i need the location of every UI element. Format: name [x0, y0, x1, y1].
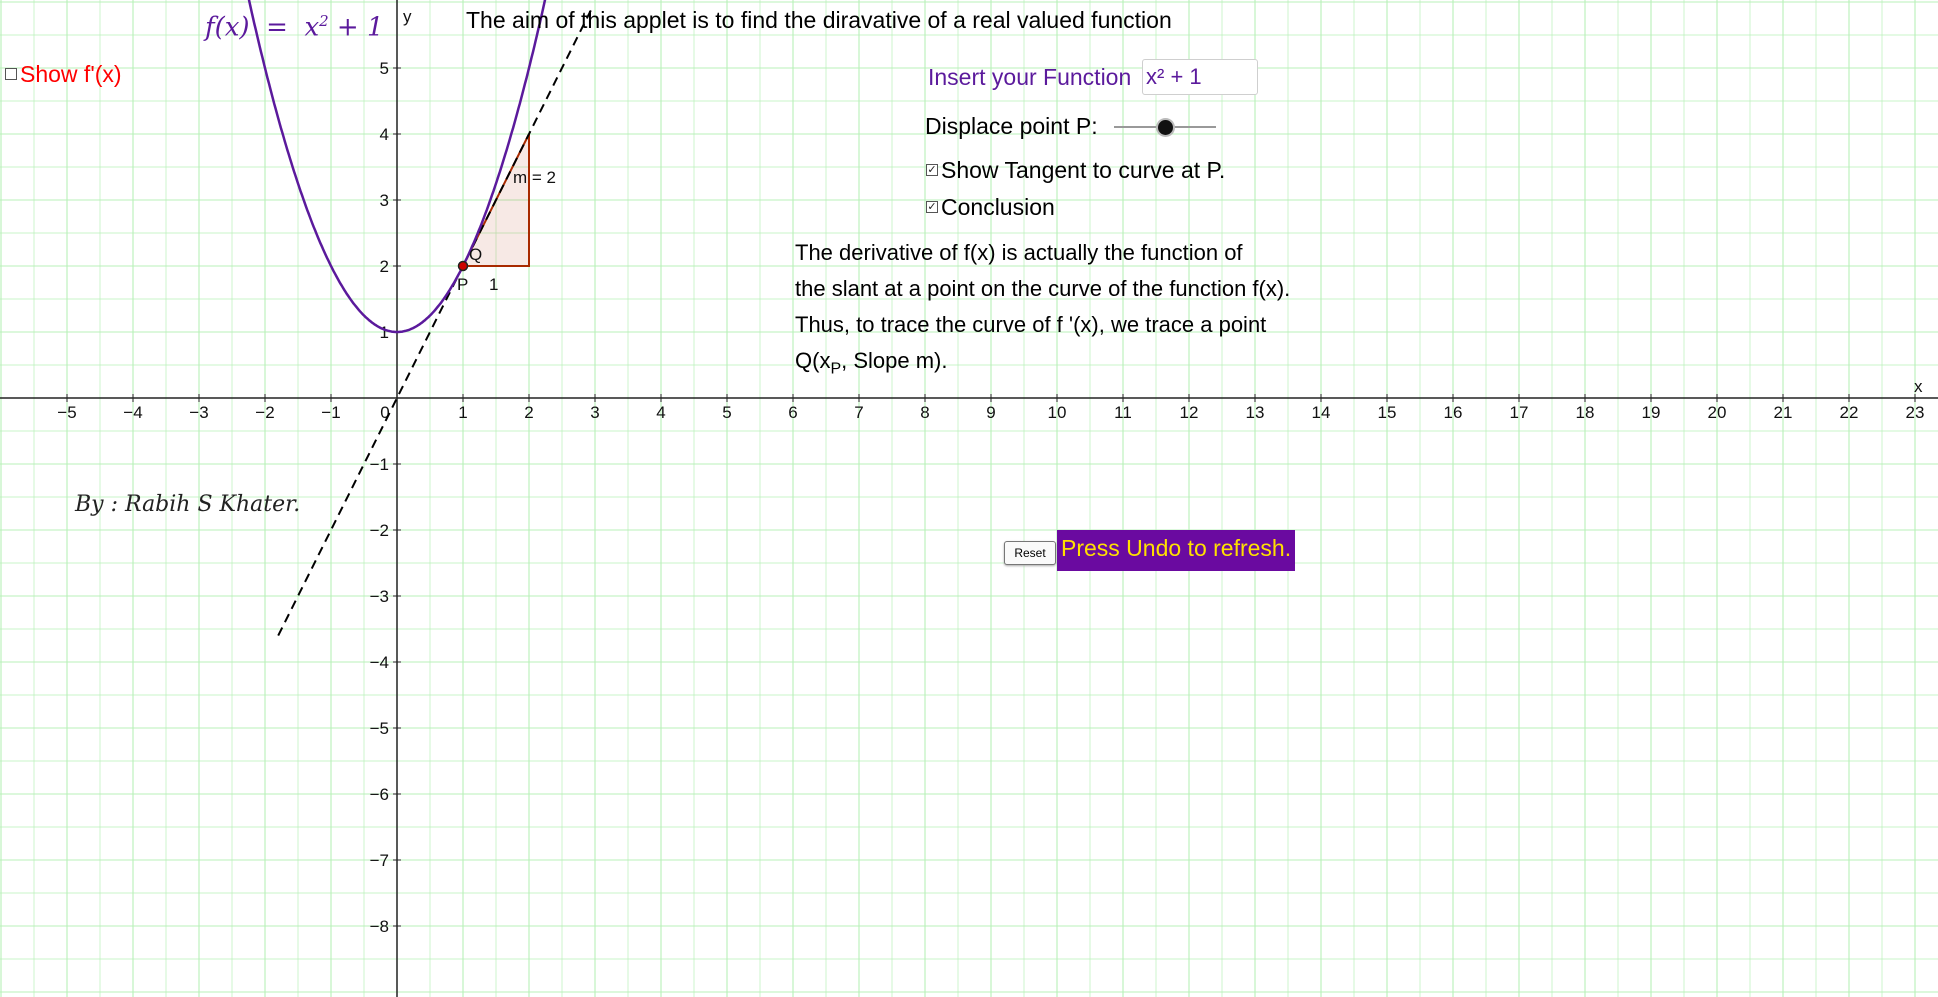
y-tick-label: −6: [370, 785, 389, 804]
x-tick-label: 4: [656, 403, 665, 422]
x-tick-label: 11: [1114, 403, 1132, 422]
x-tick-label: 7: [854, 403, 863, 422]
x-tick-label: 6: [788, 403, 797, 422]
insert-function-label: Insert your Function: [928, 64, 1132, 90]
x-tick-label: 8: [920, 403, 929, 422]
x-tick-label: −3: [189, 403, 208, 422]
show-tangent-label: Show Tangent to curve at P.: [941, 157, 1226, 183]
run-label: 1: [489, 275, 498, 294]
x-tick-label: 21: [1774, 403, 1793, 422]
y-axis-label: y: [403, 7, 412, 26]
function-input[interactable]: [1142, 59, 1258, 95]
x-tick-label: 13: [1246, 403, 1265, 422]
y-tick-label: −4: [370, 653, 389, 672]
y-tick-label: −5: [370, 719, 389, 738]
conclusion-label: Conclusion: [941, 194, 1055, 220]
conclusion-line-4: Q(xP, Slope m).: [795, 348, 948, 378]
x-tick-label: 23: [1906, 403, 1925, 422]
checkbox-checked-icon[interactable]: ✓: [926, 200, 938, 213]
point-q-label: Q: [469, 245, 482, 264]
checkbox-icon[interactable]: [5, 67, 17, 80]
point-p[interactable]: [457, 260, 469, 272]
point-p-label: P: [457, 275, 468, 294]
conclusion-checkbox[interactable]: ✓ Conclusion: [926, 194, 1055, 221]
conclusion-text: The derivative of f(x) is actually the f…: [795, 235, 1290, 387]
x-tick-label: 20: [1708, 403, 1727, 422]
y-tick-label: 3: [380, 191, 389, 210]
x-tick-label: −5: [57, 403, 76, 422]
y-tick-label: −2: [370, 521, 389, 540]
show-tangent-checkbox[interactable]: ✓ Show Tangent to curve at P.: [926, 157, 1225, 184]
y-tick-label: 5: [380, 59, 389, 78]
show-fprime-checkbox[interactable]: Show f'(x): [5, 61, 122, 88]
x-tick-label: 5: [722, 403, 731, 422]
y-tick-label: 2: [380, 257, 389, 276]
conclusion-line-2: the slant at a point on the curve of the…: [795, 276, 1291, 301]
y-tick-label: −1: [370, 455, 389, 474]
slope-label: m = 2: [513, 168, 556, 187]
x-tick-label: 1: [458, 403, 467, 422]
x-tick-label: 10: [1048, 403, 1067, 422]
x-tick-label: 18: [1576, 403, 1595, 422]
x-tick-label: 2: [524, 403, 533, 422]
x-tick-label: −1: [321, 403, 340, 422]
x-tick-label: 15: [1378, 403, 1397, 422]
x-tick-label: 19: [1642, 403, 1661, 422]
x-tick-label: 12: [1180, 403, 1199, 422]
function-label: f(x) = x2 + 1: [205, 12, 384, 43]
y-tick-label: −8: [370, 917, 389, 936]
displace-point-slider[interactable]: [1114, 116, 1216, 138]
show-fprime-label: Show f'(x): [20, 61, 122, 87]
y-tick-label: 1: [380, 323, 389, 342]
x-tick-label: 9: [986, 403, 995, 422]
conclusion-line-1: The derivative of f(x) is actually the f…: [795, 240, 1243, 265]
x-tick-label: 14: [1312, 403, 1331, 422]
reset-button[interactable]: Reset: [1004, 541, 1056, 565]
x-tick-label: 17: [1510, 403, 1529, 422]
x-axis-label: x: [1914, 377, 1923, 396]
x-tick-label: 22: [1840, 403, 1859, 422]
displace-point-label: Displace point P:: [925, 113, 1098, 139]
x-tick-label: −4: [123, 403, 142, 422]
checkbox-checked-icon[interactable]: ✓: [926, 163, 938, 176]
x-tick-label: 16: [1444, 403, 1463, 422]
undo-hint: Press Undo to refresh.: [1057, 530, 1296, 571]
y-tick-label: 4: [380, 125, 389, 144]
y-tick-label: −7: [370, 851, 389, 870]
slider-knob[interactable]: [1157, 120, 1173, 135]
x-tick-label: 3: [590, 403, 599, 422]
conclusion-line-3: Thus, to trace the curve of f '(x), we t…: [795, 312, 1267, 337]
aim-text: The aim of this applet is to find the di…: [466, 7, 1172, 33]
x-tick-label: −2: [255, 403, 274, 422]
x-tick-label: 0: [380, 403, 389, 422]
author-label: By : Rabih S Khater.: [75, 492, 301, 517]
tangent-line: [277, 5, 594, 637]
y-tick-label: −3: [370, 587, 389, 606]
